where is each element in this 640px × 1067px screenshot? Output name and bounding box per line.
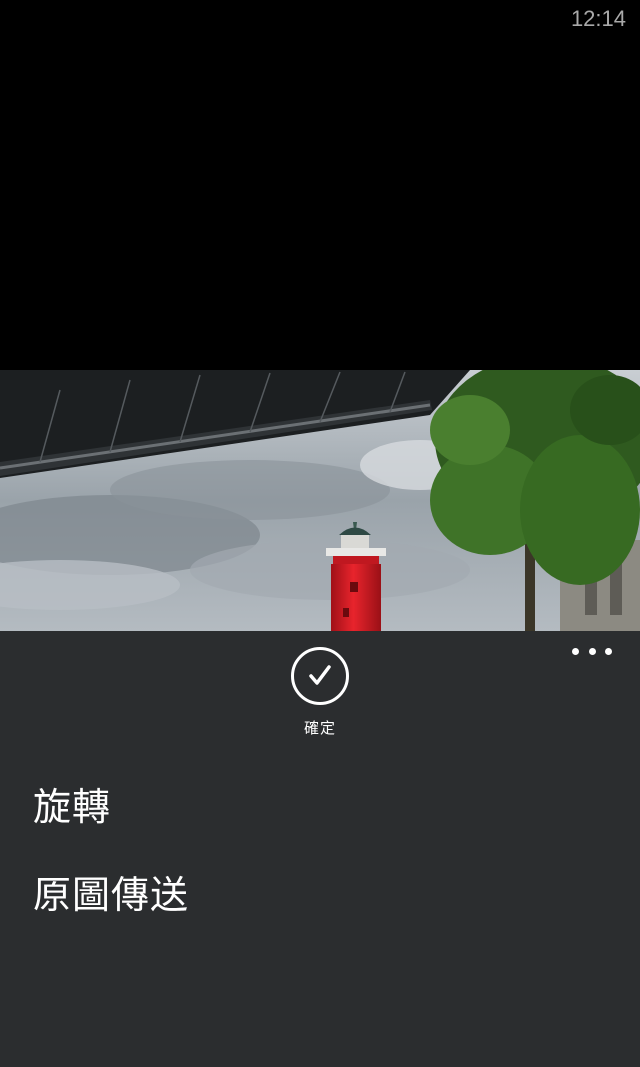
menu-item-rotate[interactable]: 旋轉 <box>33 781 189 869</box>
photo-preview <box>0 370 640 631</box>
status-time: 12:14 <box>570 6 626 31</box>
more-dots-icon <box>588 647 596 655</box>
app-bar: 確定 旋轉 原圖傳送 <box>0 631 640 1067</box>
app-bar-menu: 旋轉 原圖傳送 <box>33 781 189 957</box>
more-button[interactable] <box>572 639 612 663</box>
status-bar: 12:14 <box>0 0 640 40</box>
confirm-button[interactable]: 確定 <box>280 647 360 747</box>
menu-item-send-original[interactable]: 原圖傳送 <box>33 869 189 957</box>
check-icon <box>291 647 349 705</box>
more-dots-icon <box>572 647 579 655</box>
lighthouse-photo <box>0 370 640 631</box>
confirm-label: 確定 <box>303 719 336 737</box>
more-dots-icon <box>605 647 612 655</box>
